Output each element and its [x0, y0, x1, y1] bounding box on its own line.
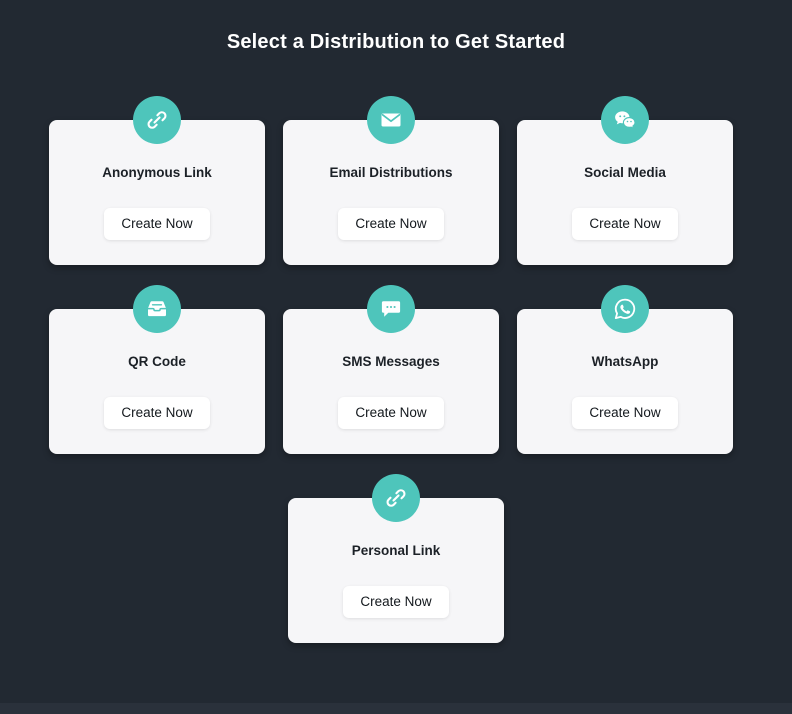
- card-slot: SMS Messages Create Now: [283, 285, 499, 454]
- page-title: Select a Distribution to Get Started: [226, 31, 566, 53]
- create-now-button[interactable]: Create Now: [338, 397, 444, 429]
- create-now-button[interactable]: Create Now: [572, 208, 678, 240]
- card-label: SMS Messages: [342, 354, 440, 369]
- create-now-button[interactable]: Create Now: [104, 397, 210, 429]
- card-slot: Social Media Create Now: [517, 96, 733, 265]
- distribution-card-sms-messages[interactable]: SMS Messages Create Now: [283, 285, 499, 454]
- link-icon: [133, 96, 181, 144]
- distribution-card-qr-code[interactable]: QR Code Create Now: [49, 285, 265, 454]
- distribution-card-whatsapp[interactable]: WhatsApp Create Now: [517, 285, 733, 454]
- envelope-icon: [367, 96, 415, 144]
- chat-bubbles-icon: [601, 96, 649, 144]
- card-label: Social Media: [584, 165, 666, 180]
- card-slot: Email Distributions Create Now: [283, 96, 499, 265]
- card-label: Email Distributions: [329, 165, 453, 180]
- create-now-button[interactable]: Create Now: [572, 397, 678, 429]
- card-row: Personal Link Create Now: [49, 474, 743, 643]
- card-label: Anonymous Link: [102, 165, 212, 180]
- distribution-card-anonymous-link[interactable]: Anonymous Link Create Now: [49, 96, 265, 265]
- card-slot: Personal Link Create Now: [288, 474, 504, 643]
- inbox-tray-icon: [133, 285, 181, 333]
- bottom-strip: [0, 703, 792, 714]
- distribution-card-personal-link[interactable]: Personal Link Create Now: [288, 474, 504, 643]
- distribution-selection-page: Select a Distribution to Get Started Ano…: [0, 0, 792, 714]
- whatsapp-icon: [601, 285, 649, 333]
- card-label: Personal Link: [351, 543, 441, 558]
- distribution-card-email-distributions[interactable]: Email Distributions Create Now: [283, 96, 499, 265]
- card-label: QR Code: [128, 354, 186, 369]
- card-slot: Anonymous Link Create Now: [49, 96, 265, 265]
- card-slot: WhatsApp Create Now: [517, 285, 733, 454]
- sms-bubble-icon: [367, 285, 415, 333]
- card-row: Anonymous Link Create Now Email Distribu…: [49, 96, 743, 265]
- create-now-button[interactable]: Create Now: [343, 586, 449, 618]
- link-icon: [372, 474, 420, 522]
- card-label: WhatsApp: [591, 354, 659, 369]
- create-now-button[interactable]: Create Now: [338, 208, 444, 240]
- distribution-card-grid: Anonymous Link Create Now Email Distribu…: [49, 96, 743, 687]
- card-slot: QR Code Create Now: [49, 285, 265, 454]
- card-row: QR Code Create Now SMS Messages Create N…: [49, 285, 743, 454]
- distribution-card-social-media[interactable]: Social Media Create Now: [517, 96, 733, 265]
- create-now-button[interactable]: Create Now: [104, 208, 210, 240]
